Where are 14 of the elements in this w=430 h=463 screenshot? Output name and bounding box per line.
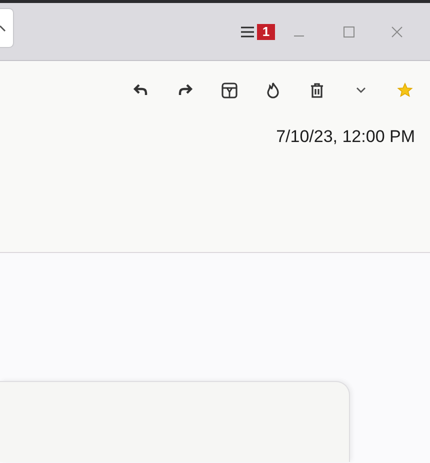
- search-icon: [0, 24, 6, 32]
- close-icon[interactable]: [390, 24, 404, 38]
- trash-icon[interactable]: [309, 82, 325, 98]
- reply-icon[interactable]: [133, 82, 149, 98]
- search-field[interactable]: [0, 8, 14, 48]
- notification-badge: 1: [257, 24, 275, 40]
- star-icon[interactable]: [397, 82, 413, 98]
- flame-icon[interactable]: [265, 82, 281, 98]
- maximize-icon[interactable]: [342, 24, 356, 38]
- archive-box-icon[interactable]: [220, 82, 238, 98]
- message-date: 7/10/23, 12:00 PM: [276, 127, 415, 146]
- chevron-down-icon[interactable]: [355, 86, 367, 94]
- forward-icon[interactable]: [177, 82, 193, 98]
- menu-icon[interactable]: [241, 26, 254, 38]
